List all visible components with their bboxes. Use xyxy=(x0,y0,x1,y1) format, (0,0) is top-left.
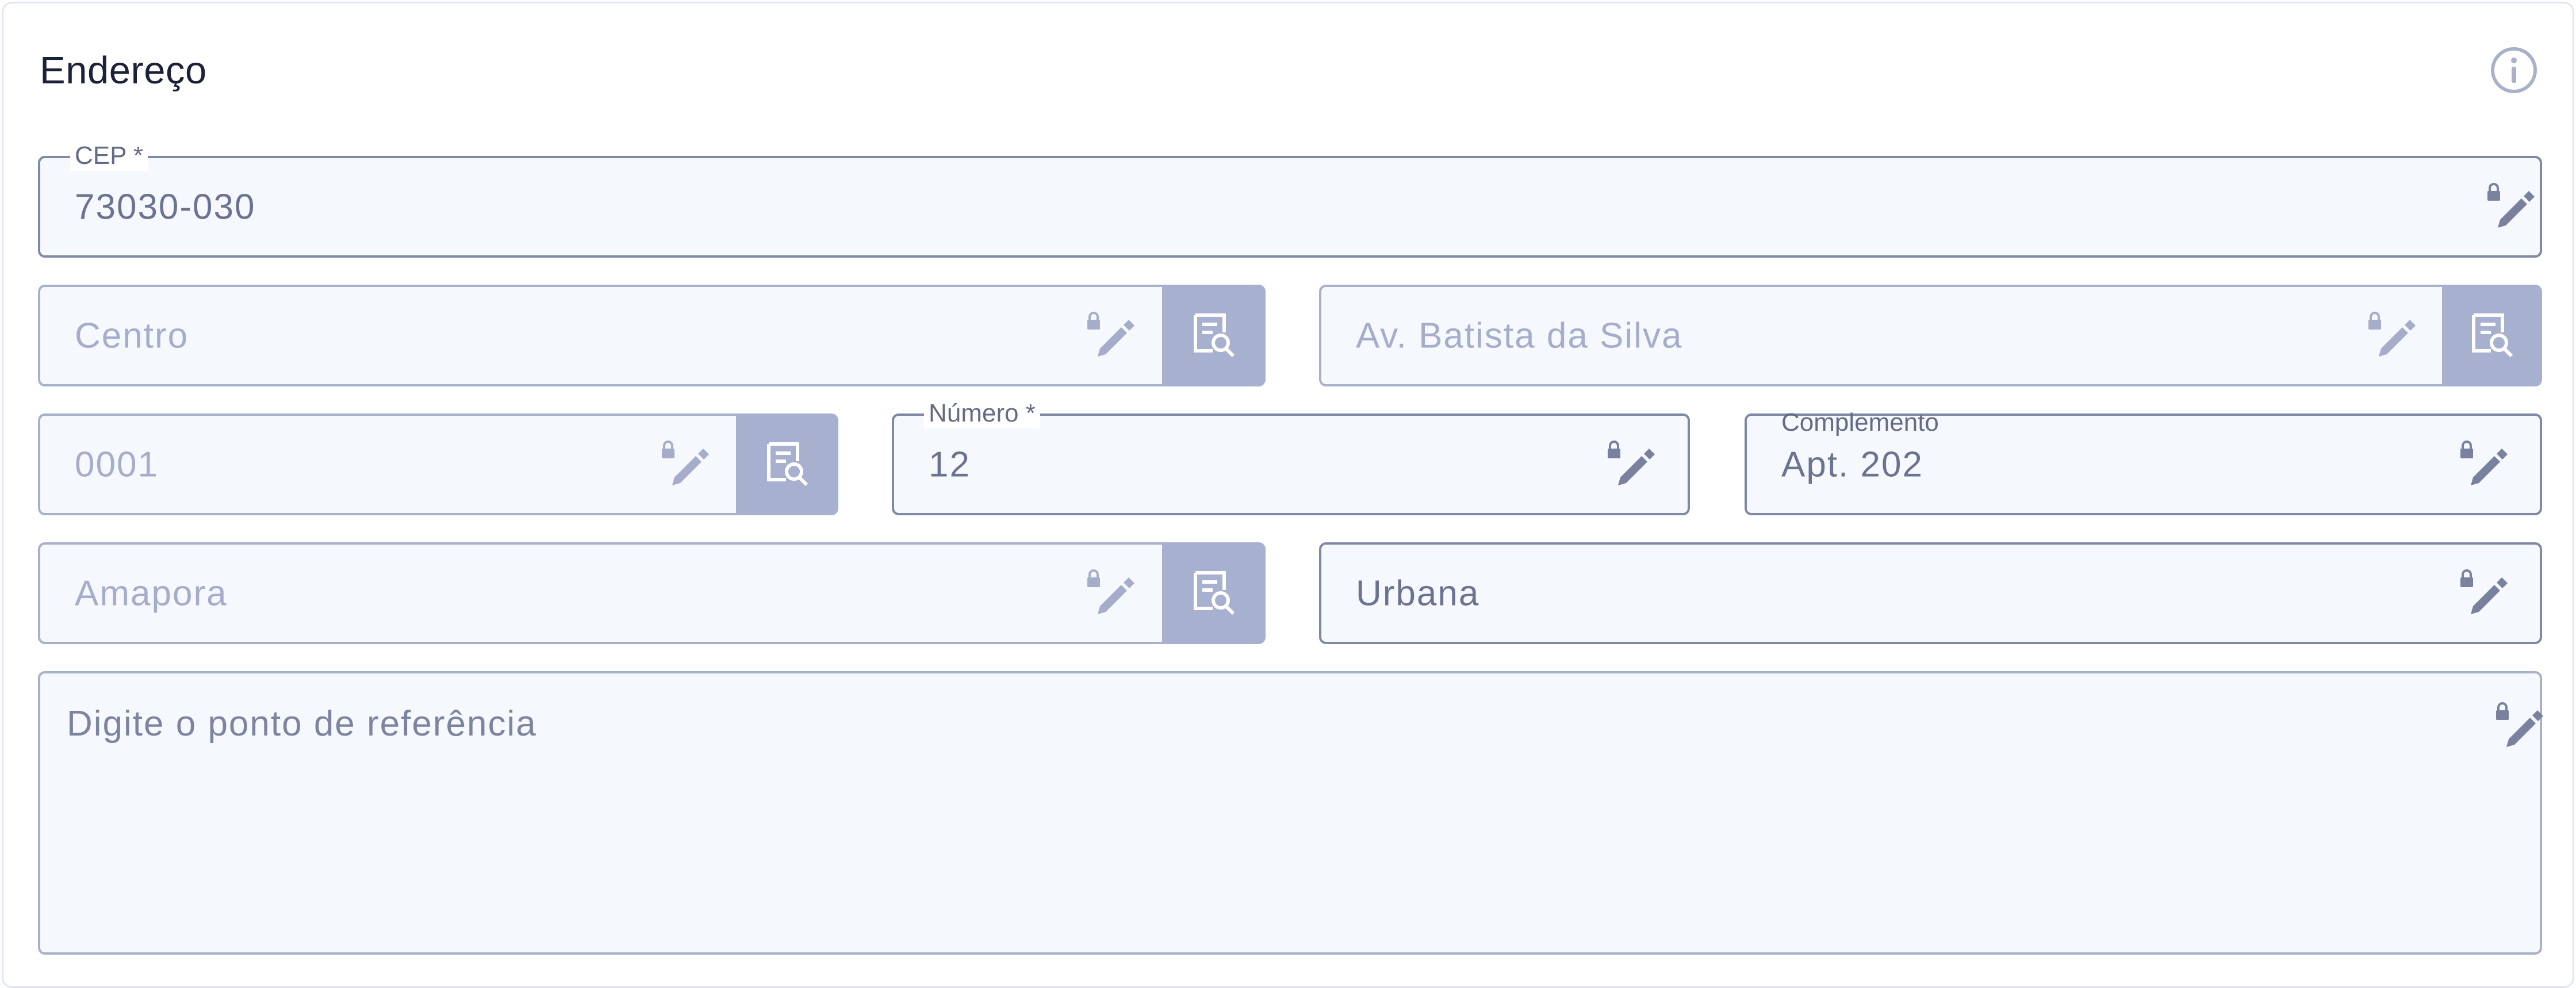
section-title: Endereço xyxy=(40,49,207,92)
locked-edit-icon[interactable] xyxy=(658,437,714,492)
referencia-textarea[interactable]: Digite o ponto de referência xyxy=(38,671,2543,955)
zona-field[interactable]: Urbana xyxy=(1319,542,2542,644)
complemento-label: Complemento xyxy=(1781,408,1939,436)
locked-edit-icon[interactable] xyxy=(2484,179,2539,235)
locked-edit-icon[interactable] xyxy=(2493,699,2548,754)
cidade-value: Amapora xyxy=(75,573,228,613)
cep-field[interactable]: CEP * 73030-030 xyxy=(38,141,2542,258)
cep-label: CEP * xyxy=(70,141,148,171)
logradouro-lookup-button[interactable] xyxy=(2442,285,2542,386)
locked-edit-icon[interactable] xyxy=(2365,308,2420,363)
complemento-value: Apt. 202 xyxy=(1781,445,1923,484)
bairro-field[interactable]: Centro xyxy=(38,285,1164,386)
address-card: Endereço CEP * 73030-030 Centro Av. Bati… xyxy=(2,2,2574,988)
bairro-value: Centro xyxy=(75,316,189,355)
logradouro-field[interactable]: Av. Batista da Silva xyxy=(1319,285,2444,386)
document-search-icon xyxy=(2472,313,2513,357)
referencia-placeholder: Digite o ponto de referência xyxy=(67,704,537,744)
document-search-icon xyxy=(1194,313,1235,357)
zona-value: Urbana xyxy=(1356,573,1480,613)
info-icon[interactable] xyxy=(2489,45,2539,95)
locked-edit-icon[interactable] xyxy=(1084,308,1139,363)
document-search-icon xyxy=(1194,570,1235,615)
locked-edit-icon[interactable] xyxy=(2457,566,2512,621)
cidade-lookup-button[interactable] xyxy=(1162,542,1266,644)
numero-value: 12 xyxy=(929,445,971,484)
document-search-icon xyxy=(767,442,808,486)
codigo-lookup-button[interactable] xyxy=(736,413,838,515)
cep-value: 73030-030 xyxy=(75,187,256,227)
locked-edit-icon[interactable] xyxy=(2457,437,2512,492)
codigo-value: 0001 xyxy=(75,445,159,484)
numero-field[interactable]: Número * 12 xyxy=(892,399,1690,515)
locked-edit-icon[interactable] xyxy=(1084,566,1139,621)
cidade-field[interactable]: Amapora xyxy=(38,542,1164,644)
bairro-lookup-button[interactable] xyxy=(1162,285,1266,386)
complemento-field[interactable]: Complemento Apt. 202 xyxy=(1745,408,2542,515)
locked-edit-icon[interactable] xyxy=(1604,437,1659,492)
codigo-field[interactable]: 0001 xyxy=(38,413,738,515)
logradouro-value: Av. Batista da Silva xyxy=(1356,316,1683,355)
numero-label: Número * xyxy=(924,399,1040,428)
